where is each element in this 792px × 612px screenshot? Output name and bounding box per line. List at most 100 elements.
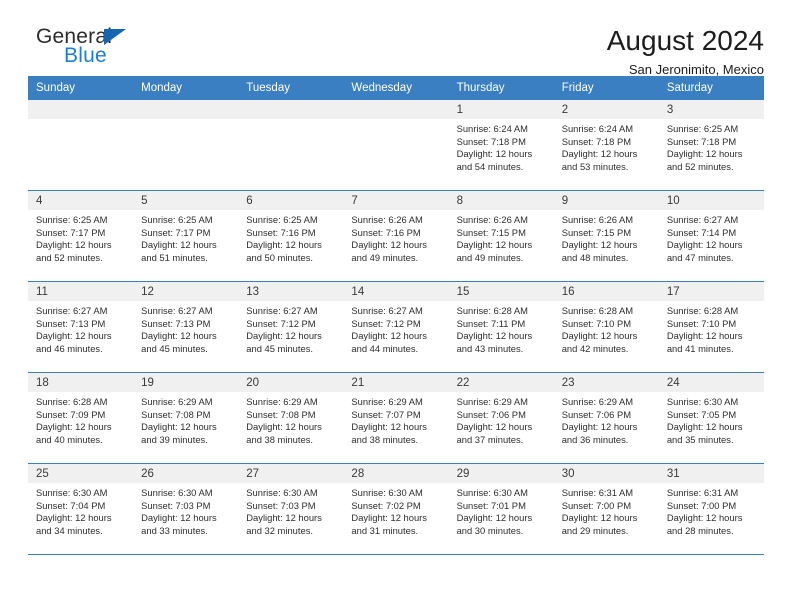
day-cell[interactable]: 21 Sunrise: 6:29 AM Sunset: 7:07 PM Dayligh… [343, 372, 449, 464]
sunset-text: Sunset: 7:08 PM [141, 408, 211, 420]
sunset-text: Sunset: 7:06 PM [456, 408, 526, 420]
daylight-text-line2: and 38 minutes. [246, 433, 313, 445]
sunset-text: Sunset: 7:06 PM [561, 408, 632, 420]
sunset-text: Sunset: 7:01 PM [456, 499, 526, 511]
day-details: Sunrise: 6:31 AM Sunset: 7:00 PM Daylight:… [659, 483, 764, 537]
day-cell[interactable]: 16 Sunrise: 6:28 AM Sunset: 7:10 PM Dayligh… [553, 281, 659, 373]
sunset-text: Sunset: 7:12 PM [351, 317, 421, 329]
day-cell[interactable]: 23 Sunrise: 6:29 AM Sunset: 7:06 PM Dayligh… [553, 372, 659, 464]
weekday-header-friday: Friday [553, 76, 659, 100]
triangle-flag-icon [104, 29, 126, 45]
day-cell[interactable]: 24 Sunrise: 6:30 AM Sunset: 7:05 PM Dayligh… [658, 372, 764, 464]
sunrise-text: Sunrise: 6:30 AM [141, 487, 213, 498]
day-cell[interactable]: 14 Sunrise: 6:27 AM Sunset: 7:12 PM Dayligh… [343, 281, 449, 373]
day-cell[interactable]: 8 Sunrise: 6:26 AM Sunset: 7:15 PM Daylight… [448, 190, 554, 282]
day-details: Sunrise: 6:27 AM Sunset: 7:14 PM Daylight:… [659, 210, 764, 264]
day-details: Sunrise: 6:29 AM Sunset: 7:07 PM Daylight:… [343, 392, 448, 446]
daylight-text-line1: Daylight: 12 hours [36, 512, 112, 524]
sunrise-text: Sunrise: 6:30 AM [36, 487, 108, 498]
sunrise-text: Sunrise: 6:29 AM [351, 396, 423, 407]
calendar-week-row: 4 Sunrise: 6:25 AM Sunset: 7:17 PM Daylight… [28, 190, 764, 282]
weekday-header-saturday: Saturday [658, 76, 764, 100]
daylight-text-line1: Daylight: 12 hours [666, 148, 743, 160]
day-details: Sunrise: 6:28 AM Sunset: 7:09 PM Daylight:… [28, 392, 133, 446]
sunrise-text: Sunrise: 6:29 AM [456, 396, 528, 407]
day-number: 29 [448, 464, 554, 483]
day-cell[interactable]: 28 Sunrise: 6:30 AM Sunset: 7:02 PM Dayligh… [343, 463, 449, 555]
sunrise-text: Sunrise: 6:29 AM [141, 396, 213, 407]
daylight-text-line2: and 32 minutes. [246, 524, 313, 536]
day-cell[interactable]: 11 Sunrise: 6:27 AM Sunset: 7:13 PM Dayligh… [28, 281, 134, 373]
day-cell[interactable]: 27 Sunrise: 6:30 AM Sunset: 7:03 PM Dayligh… [238, 463, 344, 555]
day-cell[interactable]: 5 Sunrise: 6:25 AM Sunset: 7:17 PM Daylight… [133, 190, 239, 282]
daylight-text-line1: Daylight: 12 hours [456, 148, 533, 160]
day-details: Sunrise: 6:28 AM Sunset: 7:10 PM Daylight:… [554, 301, 659, 355]
day-number: 20 [238, 373, 344, 392]
day-cell[interactable]: 22 Sunrise: 6:29 AM Sunset: 7:06 PM Dayligh… [448, 372, 554, 464]
day-details: Sunrise: 6:26 AM Sunset: 7:16 PM Daylight:… [343, 210, 448, 264]
weekday-header-wednesday: Wednesday [343, 76, 449, 100]
sunrise-text: Sunrise: 6:25 AM [246, 214, 318, 225]
daylight-text-line2: and 30 minutes. [456, 524, 524, 536]
day-details: Sunrise: 6:30 AM Sunset: 7:02 PM Daylight:… [343, 483, 448, 537]
day-cell[interactable]: 1 Sunrise: 6:24 AM Sunset: 7:18 PM Daylight… [448, 100, 554, 191]
day-cell[interactable]: 29 Sunrise: 6:30 AM Sunset: 7:01 PM Dayligh… [448, 463, 554, 555]
sunrise-text: Sunrise: 6:30 AM [246, 487, 318, 498]
day-cell[interactable]: 2 Sunrise: 6:24 AM Sunset: 7:18 PM Daylight… [553, 100, 659, 191]
day-number [28, 100, 134, 119]
day-cell[interactable]: 9 Sunrise: 6:26 AM Sunset: 7:15 PM Daylight… [553, 190, 659, 282]
day-cell[interactable]: 26 Sunrise: 6:30 AM Sunset: 7:03 PM Dayligh… [133, 463, 239, 555]
daylight-text-line1: Daylight: 12 hours [36, 330, 112, 342]
page-title: August 2024 [606, 25, 764, 56]
day-cell[interactable]: 25 Sunrise: 6:30 AM Sunset: 7:04 PM Dayligh… [28, 463, 134, 555]
sunrise-text: Sunrise: 6:24 AM [561, 123, 634, 134]
day-cell[interactable]: 4 Sunrise: 6:25 AM Sunset: 7:17 PM Daylight… [28, 190, 134, 282]
day-number: 8 [448, 191, 554, 210]
day-details: Sunrise: 6:30 AM Sunset: 7:05 PM Daylight:… [659, 392, 764, 446]
day-number: 31 [658, 464, 764, 483]
daylight-text-line2: and 31 minutes. [351, 524, 419, 536]
day-cell[interactable]: 3 Sunrise: 6:25 AM Sunset: 7:18 PM Daylight… [658, 100, 764, 191]
day-cell[interactable]: 17 Sunrise: 6:28 AM Sunset: 7:10 PM Dayligh… [658, 281, 764, 373]
daylight-text-line1: Daylight: 12 hours [351, 239, 427, 251]
day-details: Sunrise: 6:28 AM Sunset: 7:11 PM Daylight:… [449, 301, 554, 355]
sunrise-text: Sunrise: 6:29 AM [246, 396, 318, 407]
daylight-text-line1: Daylight: 12 hours [666, 330, 743, 342]
day-cell[interactable]: 31 Sunrise: 6:31 AM Sunset: 7:00 PM Dayligh… [658, 463, 764, 555]
sunset-text: Sunset: 7:03 PM [246, 499, 316, 511]
daylight-text-line1: Daylight: 12 hours [351, 330, 427, 342]
sunset-text: Sunset: 7:00 PM [561, 499, 632, 511]
day-number [343, 100, 449, 119]
day-cell[interactable]: 6 Sunrise: 6:25 AM Sunset: 7:16 PM Daylight… [238, 190, 344, 282]
day-details: Sunrise: 6:30 AM Sunset: 7:03 PM Daylight:… [238, 483, 343, 537]
day-cell[interactable]: 12 Sunrise: 6:27 AM Sunset: 7:13 PM Dayligh… [133, 281, 239, 373]
calendar-week-row: 1 Sunrise: 6:24 AM Sunset: 7:18 PM Daylight… [28, 100, 764, 191]
daylight-text-line2: and 53 minutes. [561, 160, 629, 172]
sunset-text: Sunset: 7:08 PM [246, 408, 316, 420]
daylight-text-line1: Daylight: 12 hours [561, 421, 638, 433]
day-cell[interactable]: 7 Sunrise: 6:26 AM Sunset: 7:16 PM Daylight… [343, 190, 449, 282]
day-cell-empty [28, 100, 134, 191]
day-cell[interactable]: 15 Sunrise: 6:28 AM Sunset: 7:11 PM Dayligh… [448, 281, 554, 373]
day-cell-empty [343, 100, 449, 191]
day-cell[interactable]: 19 Sunrise: 6:29 AM Sunset: 7:08 PM Dayligh… [133, 372, 239, 464]
daylight-text-line2: and 44 minutes. [351, 342, 419, 354]
day-cell[interactable]: 30 Sunrise: 6:31 AM Sunset: 7:00 PM Dayligh… [553, 463, 659, 555]
day-cell[interactable]: 13 Sunrise: 6:27 AM Sunset: 7:12 PM Dayligh… [238, 281, 344, 373]
sunset-text: Sunset: 7:00 PM [666, 499, 737, 511]
day-number: 21 [343, 373, 449, 392]
day-cell[interactable]: 18 Sunrise: 6:28 AM Sunset: 7:09 PM Dayligh… [28, 372, 134, 464]
day-cell[interactable]: 10 Sunrise: 6:27 AM Sunset: 7:14 PM Dayligh… [658, 190, 764, 282]
sunrise-text: Sunrise: 6:28 AM [456, 305, 528, 316]
day-number: 27 [238, 464, 344, 483]
daylight-text-line2: and 50 minutes. [246, 251, 313, 263]
day-cell[interactable]: 20 Sunrise: 6:29 AM Sunset: 7:08 PM Dayligh… [238, 372, 344, 464]
day-number: 19 [133, 373, 239, 392]
day-number: 15 [448, 282, 554, 301]
day-number: 22 [448, 373, 554, 392]
generalblue-logo[interactable]: General Blue [28, 26, 126, 66]
day-number: 23 [553, 373, 659, 392]
daylight-text-line2: and 38 minutes. [351, 433, 419, 445]
calendar-body: 1 Sunrise: 6:24 AM Sunset: 7:18 PM Daylight… [28, 100, 764, 555]
day-number: 14 [343, 282, 449, 301]
